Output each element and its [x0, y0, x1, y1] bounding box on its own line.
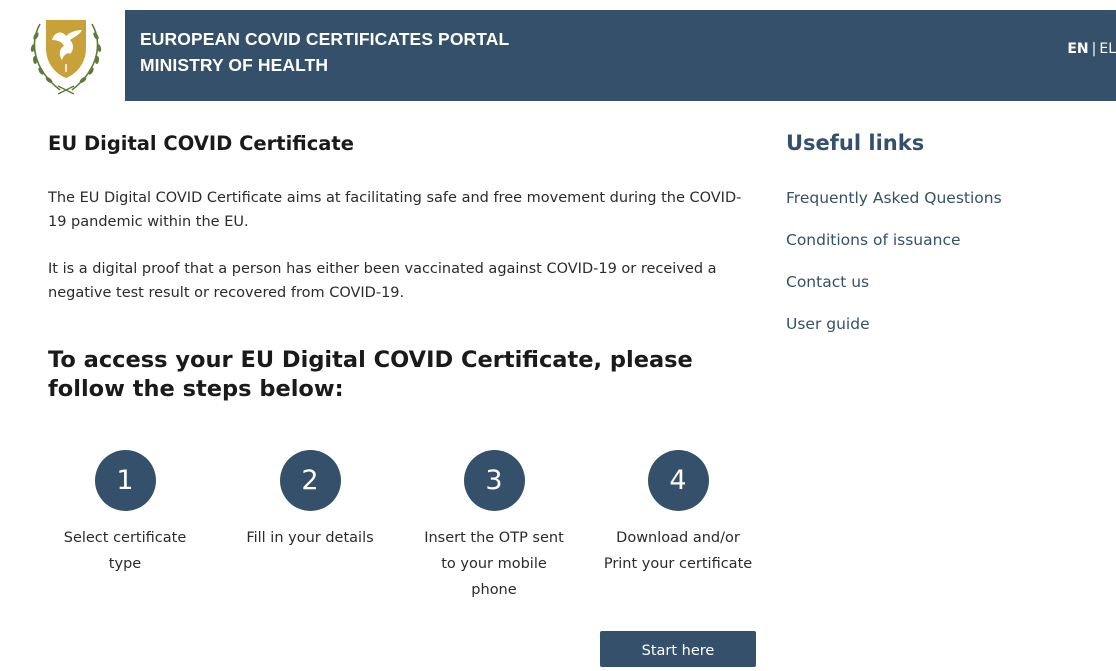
useful-links-list: Frequently Asked Questions Conditions of… [786, 185, 1002, 353]
cyprus-coat-of-arms-icon [30, 20, 102, 95]
lang-el-link[interactable]: EL [1099, 41, 1116, 57]
list-item: Contact us [786, 269, 1002, 311]
logo[interactable] [8, 10, 125, 101]
conditions-link[interactable]: Conditions of issuance [786, 231, 961, 249]
ministry-title: MINISTRY OF HEALTH [140, 55, 329, 75]
steps-heading: To access your EU Digital COVID Certific… [48, 347, 693, 402]
intro-paragraph: The EU Digital COVID Certificate aims at… [48, 190, 742, 230]
step-1: 1 Select certificate type [45, 450, 205, 577]
list-item: Conditions of issuance [786, 227, 1002, 269]
lang-en-link[interactable]: EN [1067, 41, 1088, 57]
site-header: EUROPEAN COVID CERTIFICATES PORTAL MINIS… [8, 10, 1116, 101]
step-label: Fill in your details [246, 530, 374, 546]
page-title: EU Digital COVID Certificate [48, 132, 354, 155]
step-number-badge: 1 [94, 450, 156, 511]
step-3: 3 Insert the OTP sent to your mobile pho… [414, 450, 574, 603]
header-titles: EUROPEAN COVID CERTIFICATES PORTAL MINIS… [140, 26, 509, 78]
step-label: Insert the OTP sent to your mobile phone [424, 530, 564, 598]
useful-links-heading: Useful links [786, 131, 925, 155]
language-switcher: EN | EL [1067, 41, 1116, 57]
lang-separator: | [1091, 41, 1097, 57]
step-2: 2 Fill in your details [230, 450, 390, 551]
list-item: User guide [786, 311, 1002, 353]
faq-link[interactable]: Frequently Asked Questions [786, 189, 1002, 207]
step-label: Download and/or Print your certificate [603, 530, 753, 572]
portal-title: EUROPEAN COVID CERTIFICATES PORTAL [140, 29, 510, 49]
proof-paragraph: It is a digital proof that a person has … [48, 261, 717, 301]
step-number-badge: 2 [279, 450, 341, 511]
step-label: Select certificate type [63, 530, 187, 572]
contact-link[interactable]: Contact us [786, 273, 869, 291]
user-guide-link[interactable]: User guide [786, 315, 870, 333]
step-number-badge: 4 [647, 450, 709, 511]
list-item: Frequently Asked Questions [786, 185, 1002, 227]
start-here-button[interactable]: Start here [600, 631, 756, 667]
step-number-badge: 3 [463, 450, 525, 511]
step-4: 4 Download and/or Print your certificate [598, 450, 758, 577]
